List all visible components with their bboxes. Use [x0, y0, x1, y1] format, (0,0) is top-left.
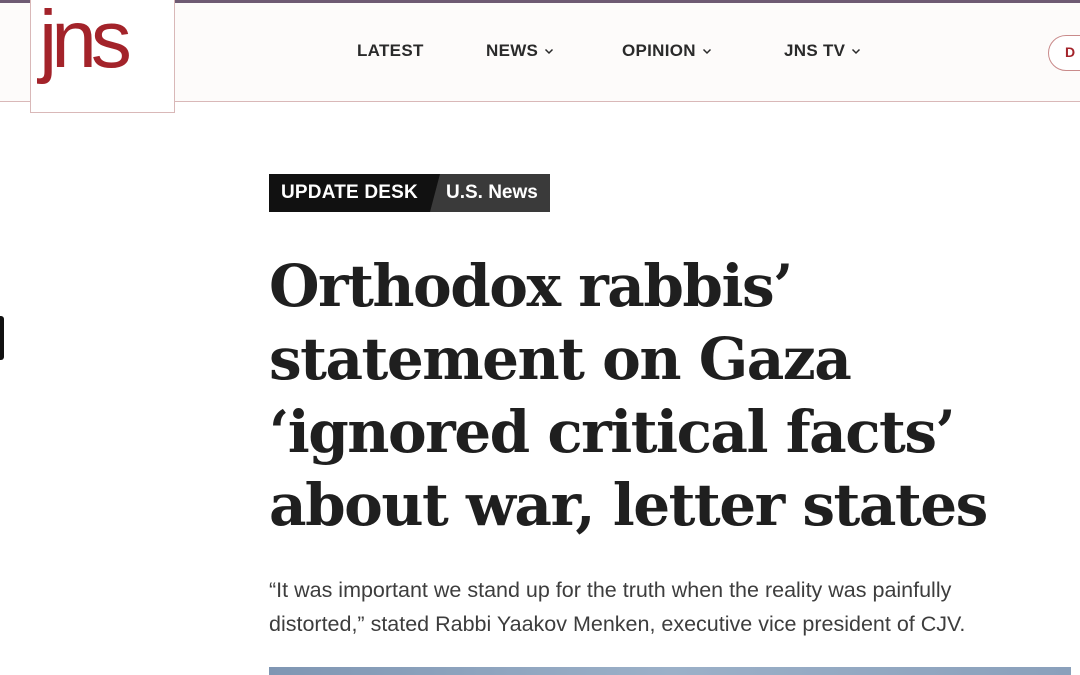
nav-item-latest[interactable]: LATEST	[357, 0, 424, 102]
headline-line: ‘ignored critical facts’	[269, 398, 956, 466]
nav-item-news[interactable]: NEWS	[486, 0, 554, 102]
article-dek: “It was important we stand up for the tr…	[269, 573, 1059, 641]
nav-item-label: JNS TV	[784, 41, 846, 60]
headline-line: about war, letter states	[269, 471, 988, 539]
nav-item-jns-tv[interactable]: JNS TV	[784, 0, 861, 102]
scroll-edge-handle[interactable]	[0, 316, 4, 360]
nav-item-opinion[interactable]: OPINION	[622, 0, 712, 102]
nav-item-label: OPINION	[622, 41, 696, 60]
nav-item-label: LATEST	[357, 41, 424, 60]
article-headline: Orthodox rabbis’ statement on Gaza ‘igno…	[269, 250, 1049, 542]
hero-image	[269, 667, 1071, 675]
nav-item-label: NEWS	[486, 41, 539, 60]
site-logo[interactable]: jns	[30, 0, 175, 113]
logo-text: jns	[39, 0, 132, 85]
headline-line: statement on Gaza	[269, 325, 852, 393]
donate-button[interactable]: D	[1048, 35, 1080, 71]
section-label[interactable]: UPDATE DESK	[269, 174, 430, 212]
dek-line: distorted,” stated Rabbi Yaakov Menken, …	[269, 612, 966, 636]
chevron-down-icon	[852, 48, 861, 55]
article-tag-badge: UPDATE DESK U.S. News	[269, 174, 550, 212]
headline-line: Orthodox rabbis’	[269, 252, 793, 320]
category-label[interactable]: U.S. News	[429, 174, 550, 212]
chevron-down-icon	[702, 48, 711, 55]
dek-line: “It was important we stand up for the tr…	[269, 578, 952, 602]
chevron-down-icon	[545, 48, 554, 55]
